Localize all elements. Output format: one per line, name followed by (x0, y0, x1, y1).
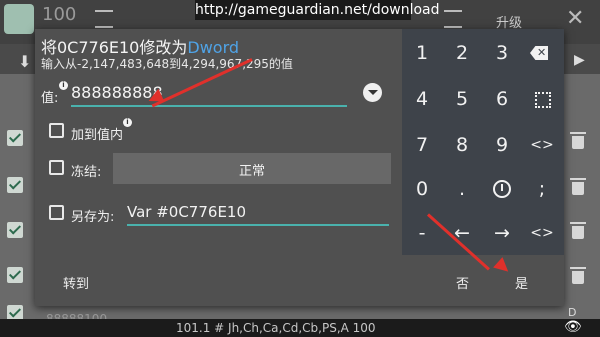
key-0[interactable]: 0 (402, 169, 442, 209)
app-logo-icon (4, 4, 34, 34)
save-as-checkbox[interactable] (49, 205, 64, 220)
value-type-dropdown[interactable] (363, 83, 382, 102)
add-to-value-info-icon[interactable]: i (123, 118, 132, 127)
cursor-move-icon[interactable]: <> (522, 213, 562, 253)
row-checkbox[interactable] (7, 267, 23, 283)
value-label: 值: (41, 91, 59, 106)
row-checkbox[interactable] (7, 130, 23, 146)
key-7[interactable]: 7 (402, 125, 442, 165)
row-checkbox[interactable] (7, 222, 23, 238)
trash-icon[interactable] (570, 178, 586, 195)
freeze-mode-label: 正常 (238, 164, 265, 179)
key-3[interactable]: 3 (482, 33, 522, 73)
key-dot[interactable]: . (442, 169, 482, 209)
eye-icon[interactable]: 👁 (564, 318, 582, 336)
key-6[interactable]: 6 (482, 79, 522, 119)
status-text: 101.1 # Jh,Ch,Ca,Cd,Cb,PS,A 100 (176, 321, 376, 335)
select-all-icon[interactable] (522, 79, 562, 119)
key-1[interactable]: 1 (402, 33, 442, 73)
filter-icon[interactable] (95, 10, 113, 28)
trash-icon[interactable] (570, 132, 586, 149)
add-to-value-checkbox[interactable] (49, 123, 64, 138)
freeze-checkbox[interactable] (49, 160, 64, 175)
download-icon[interactable]: ⬇ (18, 52, 31, 71)
save-as-label: 另存为: (71, 210, 115, 225)
freeze-mode-button[interactable]: 正常 (113, 153, 391, 184)
backspace-icon[interactable]: ✕ (522, 33, 562, 73)
watermark-url: http://gameguardian.net/download (195, 0, 440, 20)
key-8[interactable]: 8 (442, 125, 482, 165)
history-icon[interactable] (482, 169, 522, 209)
trash-icon[interactable] (570, 267, 586, 284)
key-9[interactable]: 9 (482, 125, 522, 165)
value-input[interactable]: 888888888 (71, 81, 347, 107)
value-info-icon[interactable]: i (59, 81, 68, 90)
close-icon[interactable]: ✕ (566, 6, 584, 31)
no-button[interactable]: 否 (456, 273, 469, 292)
row-checkbox[interactable] (7, 177, 23, 193)
key-2[interactable]: 2 (442, 33, 482, 73)
freeze-label: 冻结: (71, 165, 102, 180)
key-5[interactable]: 5 (442, 79, 482, 119)
key-semicolon[interactable]: ; (522, 169, 562, 209)
status-bar: 101.1 # Jh,Ch,Ca,Cd,Cb,PS,A 100 👁 (0, 319, 600, 337)
range-hint: 输入从-2,147,483,648到4,294,967,295的值 (41, 57, 293, 71)
add-to-value-label: 加到值内 (71, 128, 124, 143)
numeric-keypad: 1 2 3 ✕ 4 5 6 7 8 9 <> 0 . ; - ← → <> (402, 29, 564, 255)
list-icon[interactable] (444, 10, 462, 28)
save-as-input[interactable]: Var #0C776E10 (127, 201, 389, 226)
trash-icon[interactable] (570, 222, 586, 239)
collapse-icon[interactable]: <> (522, 125, 562, 165)
goto-button[interactable]: 转到 (63, 273, 89, 292)
save-as-input-text: Var #0C776E10 (127, 203, 247, 221)
chevron-down-icon (368, 90, 378, 95)
app-top-number: 100 (42, 4, 77, 25)
arrow-right-icon[interactable]: → (482, 213, 522, 253)
play-icon[interactable]: ▶ (574, 52, 585, 68)
yes-button[interactable]: 是 (515, 273, 528, 292)
key-4[interactable]: 4 (402, 79, 442, 119)
